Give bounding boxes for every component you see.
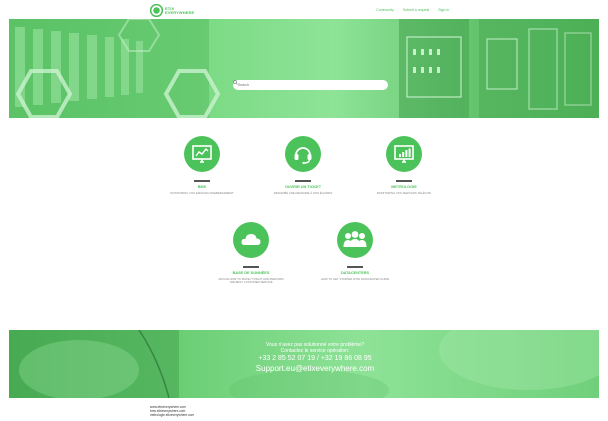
divider	[243, 266, 259, 268]
logo[interactable]: ETIX EVERYWHERE	[150, 4, 194, 17]
service-title[interactable]: BMS	[167, 185, 237, 190]
service-tile-base-de-donnees[interactable]: BASE DE DONNÉES ADVICE HOW TO MAKE IT RI…	[216, 222, 286, 285]
contact-banner: Vous n'avez pas solutionné votre problèm…	[9, 330, 599, 398]
hero-background-image	[9, 19, 599, 118]
service-tile-bms[interactable]: BMS MONITORING VOS ESPACES D'HEBERGEMENT	[167, 136, 237, 195]
divider	[396, 180, 412, 182]
cloud-icon	[241, 234, 261, 245]
nav-sign-in-link[interactable]: Sign in	[438, 8, 449, 12]
search-icon	[233, 80, 238, 85]
service-tile-metrologie[interactable]: METROLOGIE MONITORING VOS SERVICES TÉLÉC…	[369, 136, 439, 195]
service-icon-circle	[337, 222, 373, 258]
contact-info: Vous n'avez pas solutionné votre problèm…	[225, 342, 405, 375]
header: ETIX EVERYWHERE Community Submit a reque…	[0, 0, 608, 20]
service-description: MONITORING VOS ESPACES D'HEBERGEMENT	[170, 190, 234, 195]
divider	[295, 180, 311, 182]
headset-icon	[294, 147, 312, 165]
service-tile-ticket[interactable]: OUVRIR UN TICKET DESCRIBE UNE DEMANDE À …	[268, 136, 338, 195]
service-title[interactable]: OUVRIR UN TICKET	[268, 185, 338, 190]
nav-submit-request-link[interactable]: Submit a request	[403, 8, 429, 12]
logo-icon	[150, 4, 163, 17]
bar-chart-icon	[394, 145, 414, 163]
page: ETIX EVERYWHERE Community Submit a reque…	[0, 0, 608, 421]
footer-links: www.etixeverywhere.com bms.etixeverywher…	[150, 405, 194, 418]
logo-text: ETIX EVERYWHERE	[165, 6, 195, 15]
hero-banner	[9, 19, 599, 118]
service-title[interactable]: DATACENTERS	[320, 271, 390, 276]
service-icon-circle	[233, 222, 269, 258]
service-title[interactable]: BASE DE DONNÉES	[216, 271, 286, 276]
service-icon-circle	[386, 136, 422, 172]
service-title[interactable]: METROLOGIE	[369, 185, 439, 190]
service-description: MONITORING VOS SERVICES TÉLÉCOM	[377, 190, 431, 195]
top-nav: Community Submit a request Sign in	[376, 8, 449, 12]
monitor-chart-icon	[192, 145, 212, 163]
contact-email-link[interactable]: Support.eu@etixeverywhere.com	[225, 363, 405, 375]
service-description: HOW TO GET STARTED WITH DATACENTER GUIDE	[320, 276, 390, 281]
service-tile-datacenters[interactable]: DATACENTERS HOW TO GET STARTED WITH DATA…	[320, 222, 390, 281]
service-description: ADVICE HOW TO MAKE IT RIGHT AND PERFORM …	[218, 276, 284, 285]
service-description: DESCRIBE UNE DEMANDE À NOS ÉQUIPES	[273, 190, 333, 195]
service-icon-circle	[285, 136, 321, 172]
search-input[interactable]	[238, 83, 368, 87]
contact-phones[interactable]: +33 2 85 52 07 19 / +32 19 86 08 95	[225, 354, 405, 363]
nav-community-link[interactable]: Community	[376, 8, 394, 12]
divider	[194, 180, 210, 182]
search-bar[interactable]	[233, 80, 388, 90]
divider	[347, 266, 363, 268]
people-group-icon	[343, 231, 367, 247]
service-icon-circle	[184, 136, 220, 172]
footer-link-metrologie[interactable]: metrologie.etixeverywhere.com	[150, 413, 194, 417]
logo-line2: EVERYWHERE	[165, 9, 195, 15]
